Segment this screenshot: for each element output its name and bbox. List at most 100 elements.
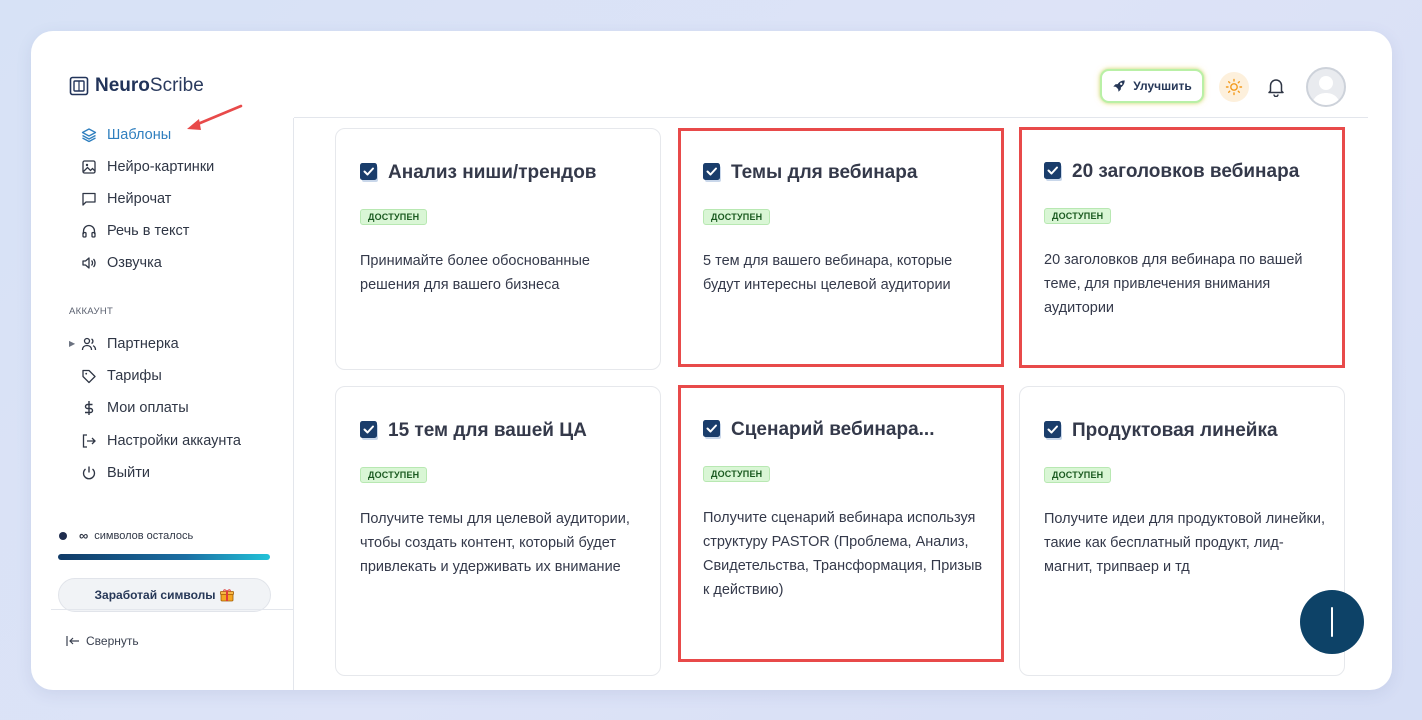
power-icon <box>82 466 96 480</box>
sidebar-item-label: Выйти <box>107 465 150 481</box>
template-card-niche-analysis[interactable]: Анализ ниши/трендов доступен Принимайте … <box>335 128 661 370</box>
card-title: 20 заголовков вебинара <box>1072 161 1300 182</box>
sidebar-item-account-settings[interactable]: Настройки аккаунта <box>81 429 241 453</box>
brand-light: Scribe <box>149 75 204 96</box>
sidebar-item-tariffs[interactable]: Тарифы <box>81 364 162 388</box>
symbols-progress-fill <box>58 554 270 560</box>
card-title: Анализ ниши/трендов <box>388 162 597 183</box>
checkbox-icon <box>1044 162 1062 181</box>
sidebar-item-logout[interactable]: Выйти <box>81 461 150 485</box>
upgrade-label: Улучшить <box>1133 79 1192 93</box>
card-title-row: Продуктовая линейка <box>1044 420 1278 442</box>
user-avatar[interactable] <box>1306 67 1346 107</box>
sidebar-item-label: Тарифы <box>107 368 162 384</box>
card-title: Темы для вебинара <box>731 162 918 183</box>
sidebar-item-label: Настройки аккаунта <box>107 433 241 449</box>
theme-toggle-button[interactable] <box>1219 72 1249 102</box>
card-title: 15 тем для вашей ЦА <box>388 420 587 441</box>
checkbox-icon <box>703 163 721 182</box>
card-title-row: 20 заголовков вебинара <box>1044 161 1299 183</box>
sidebar-item-label: Озвучка <box>107 255 162 271</box>
collapse-label: Свернуть <box>86 634 139 648</box>
card-description: Принимайте более обоснованные решения дл… <box>360 253 590 293</box>
card-description: Получите идеи для продуктовой линейки, т… <box>1044 511 1326 575</box>
user-silhouette-icon <box>1312 76 1340 105</box>
chat-icon <box>82 192 96 206</box>
users-icon <box>81 337 97 351</box>
sidebar-item-partners[interactable]: Партнерка <box>81 332 179 356</box>
fab-bar-icon <box>1331 607 1333 637</box>
earn-label: Заработай символы <box>94 588 216 602</box>
status-badge: доступен <box>703 209 771 225</box>
sun-icon <box>1225 78 1243 96</box>
template-card-webinar-headlines[interactable]: 20 заголовков вебинара доступен 20 загол… <box>1019 127 1345 368</box>
checkbox-icon <box>1044 421 1062 440</box>
caret-right-icon[interactable]: ▶ <box>69 339 75 348</box>
tag-icon <box>82 369 96 384</box>
card-title: Сценарий вебинара... <box>731 419 935 440</box>
status-badge: доступен <box>1044 467 1112 483</box>
template-card-webinar-script[interactable]: Сценарий вебинара... доступен Получите с… <box>678 385 1004 662</box>
annotation-arrow-icon <box>187 104 243 130</box>
checkbox-icon <box>360 421 378 440</box>
symbols-remaining: ∞ символов осталось <box>59 528 193 543</box>
status-badge: доступен <box>1044 208 1112 224</box>
sidebar-item-speech-to-text[interactable]: Речь в текст <box>81 219 189 243</box>
chat-fab-button[interactable] <box>1300 590 1364 654</box>
card-title: Продуктовая линейка <box>1072 420 1278 441</box>
sidebar-item-neurochat[interactable]: Нейрочат <box>81 187 171 211</box>
status-dot <box>59 531 67 540</box>
status-badge: доступен <box>703 466 771 482</box>
sidebar-item-templates[interactable]: Шаблоны <box>81 123 171 147</box>
sidebar-item-neuro-images[interactable]: Нейро-картинки <box>81 155 214 179</box>
sidebar-item-label: Мои оплаты <box>107 400 189 416</box>
sidebar-item-payments[interactable]: Мои оплаты <box>81 396 189 420</box>
card-description: Получите темы для целевой аудитории, что… <box>360 511 630 575</box>
layers-icon <box>81 128 97 143</box>
status-badge: доступен <box>360 209 428 225</box>
template-card-audience-topics[interactable]: 15 тем для вашей ЦА доступен Получите те… <box>335 386 661 676</box>
sidebar-item-label: Речь в текст <box>107 223 190 239</box>
collapse-arrow-icon <box>66 636 79 646</box>
sidebar-divider <box>51 609 294 610</box>
image-icon <box>82 160 96 174</box>
header-divider <box>294 117 1368 118</box>
card-description: 5 тем для вашего вебинара, которые будут… <box>703 253 953 293</box>
sidebar-item-label: Нейро-картинки <box>107 159 215 175</box>
upgrade-button[interactable]: Улучшить <box>1100 69 1204 103</box>
headphones-icon <box>82 224 96 238</box>
bell-icon <box>1268 79 1284 97</box>
sidebar-item-label: Нейрочат <box>107 191 172 207</box>
symbols-text: символов осталось <box>94 529 194 542</box>
checkbox-icon <box>703 420 721 439</box>
sidebar: Шаблоны Нейро-картинки Нейрочат Речь в т… <box>31 118 294 690</box>
sidebar-item-label: Партнерка <box>107 336 179 352</box>
symbols-value: ∞ <box>79 528 89 543</box>
card-title-row: 15 тем для вашей ЦА <box>360 420 587 442</box>
status-badge: доступен <box>360 467 428 483</box>
notifications-button[interactable] <box>1264 74 1288 100</box>
earn-symbols-button[interactable]: Заработай символы <box>58 578 271 612</box>
logo-icon <box>69 76 89 96</box>
account-section-label: АККАУНТ <box>69 306 114 317</box>
speaker-icon <box>82 257 96 269</box>
login-icon <box>82 434 96 448</box>
card-title-row: Сценарий вебинара... <box>703 419 934 441</box>
sidebar-item-label: Шаблоны <box>107 127 172 143</box>
brand-bold: Neuro <box>95 75 150 96</box>
dollar-icon <box>84 401 94 415</box>
card-title-row: Темы для вебинара <box>703 162 917 184</box>
gift-icon <box>220 589 235 602</box>
checkbox-icon <box>360 163 378 182</box>
card-description: 20 заголовков для вебинара по вашей теме… <box>1044 252 1303 316</box>
template-card-product-line[interactable]: Продуктовая линейка доступен Получите ид… <box>1019 386 1345 676</box>
rocket-icon <box>1113 80 1125 92</box>
card-title-row: Анализ ниши/трендов <box>360 162 597 184</box>
sidebar-item-voiceover[interactable]: Озвучка <box>81 251 162 275</box>
app-window: NeuroScribe Улучшить Шаблоны Нейро-карти… <box>31 31 1392 690</box>
symbols-progress-bar <box>58 554 270 560</box>
template-card-webinar-topics[interactable]: Темы для вебинара доступен 5 тем для ваш… <box>678 128 1004 367</box>
brand-logo[interactable]: NeuroScribe <box>69 75 204 97</box>
card-description: Получите сценарий вебинара используя стр… <box>703 510 983 598</box>
collapse-sidebar-button[interactable]: Свернуть <box>66 634 139 648</box>
